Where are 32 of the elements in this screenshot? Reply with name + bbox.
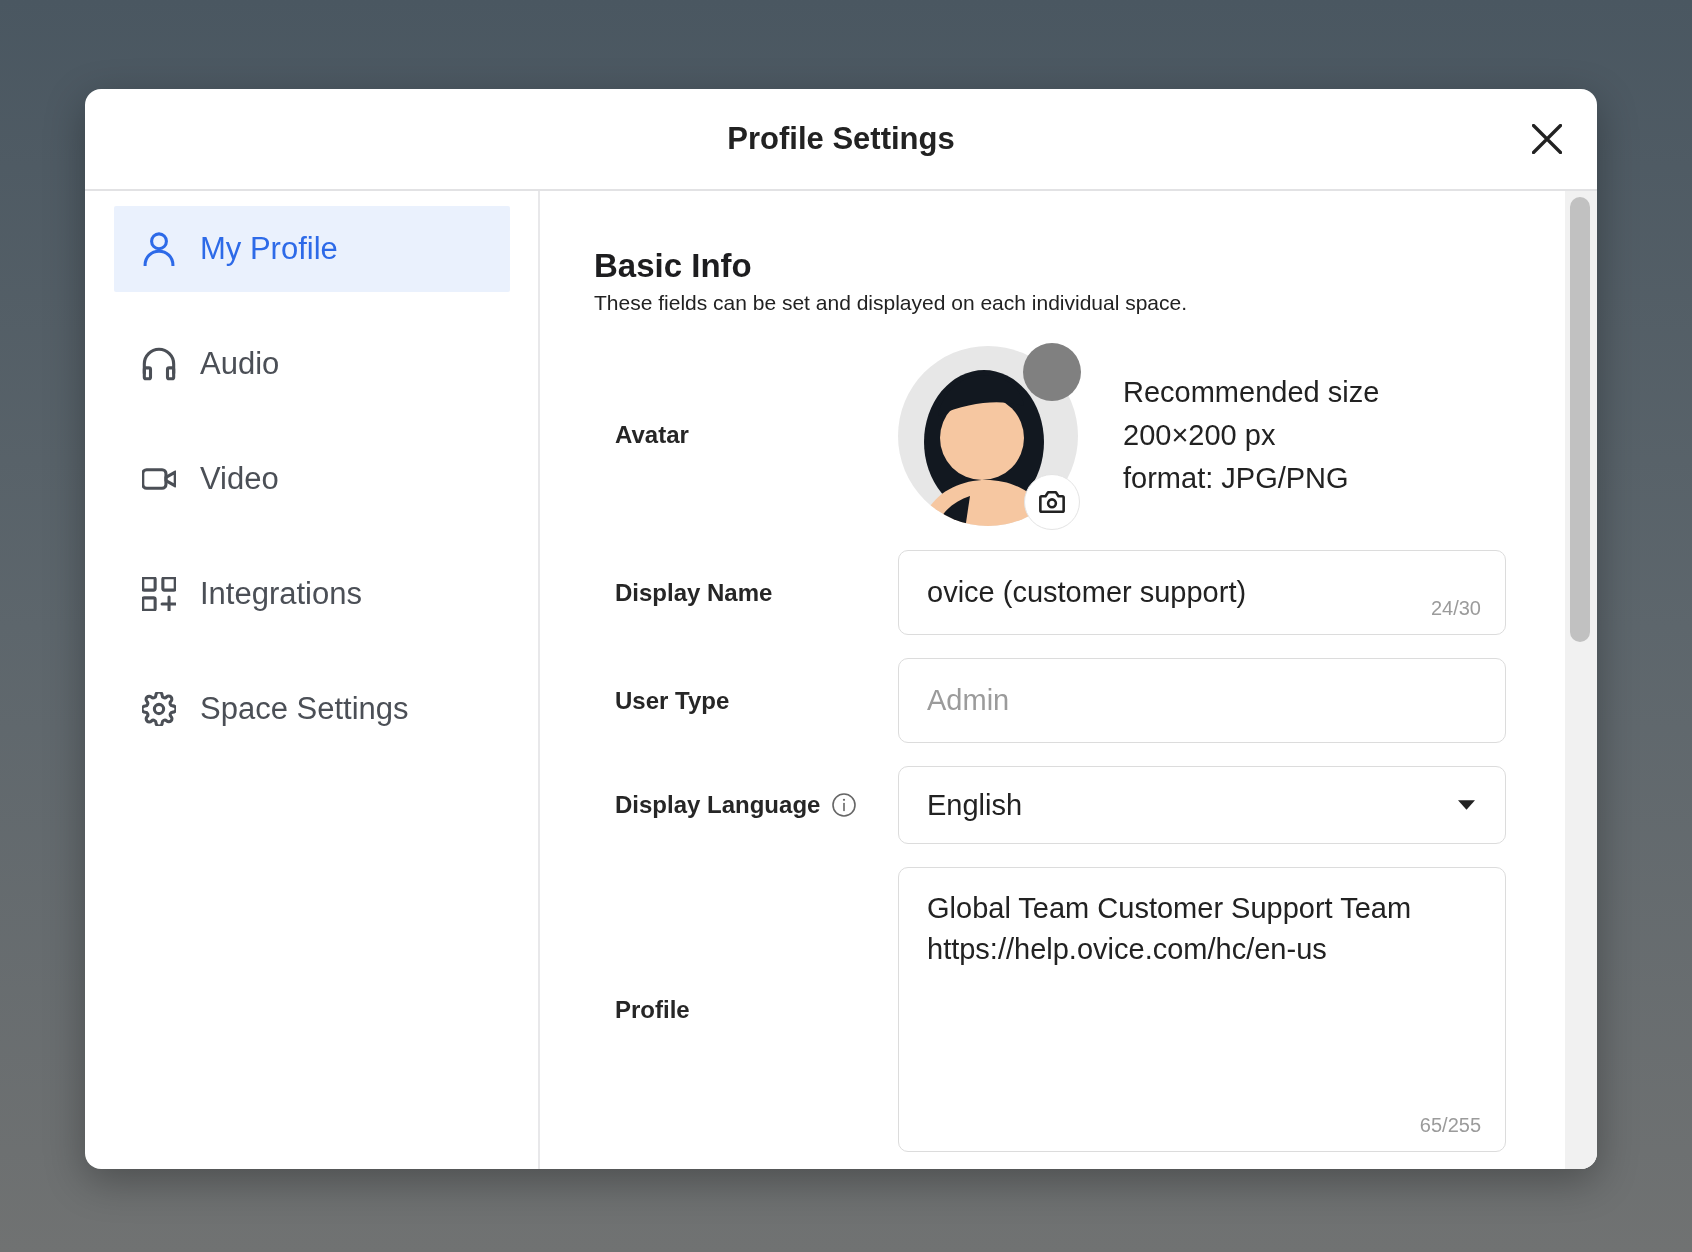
character-counter: 24/30 xyxy=(1430,597,1481,620)
field-label: User Type xyxy=(615,686,730,715)
gear-icon xyxy=(142,692,176,726)
status-dot-icon xyxy=(1023,343,1081,401)
close-button[interactable] xyxy=(1531,123,1563,155)
scrollbar[interactable] xyxy=(1565,191,1597,1169)
sidebar-item[interactable]: Video xyxy=(114,436,510,522)
dropdown-select[interactable]: English xyxy=(898,766,1506,844)
section-title: Basic Info xyxy=(594,246,753,286)
text-field[interactable]: ovice (customer support) 24/30 xyxy=(898,550,1506,635)
sidebar-item[interactable]: Audio xyxy=(114,321,510,407)
avatar-hint-text: Recommended size 200×200 px format: JPG/PNG xyxy=(1123,374,1380,496)
headphones-icon xyxy=(142,347,176,381)
info-icon[interactable] xyxy=(832,793,857,817)
person-icon xyxy=(142,232,176,266)
camera-button[interactable] xyxy=(1024,474,1080,530)
close-icon xyxy=(1532,124,1562,154)
sidebar-item[interactable]: Space Settings xyxy=(114,666,510,752)
character-counter: 65/255 xyxy=(1419,1114,1481,1137)
sidebar-item[interactable]: Integrations xyxy=(114,551,510,637)
caret-icon xyxy=(1458,800,1475,810)
field-label: Avatar xyxy=(615,421,689,449)
dialog-title: Profile Settings xyxy=(727,121,955,157)
sidebar-item[interactable]: My Profile xyxy=(114,206,510,292)
camera-icon xyxy=(1039,491,1065,513)
section-description: These fields can be set and displayed on each individual space. xyxy=(594,290,1189,316)
scrollbar-thumb[interactable] xyxy=(1570,197,1590,642)
field-label: Display Name xyxy=(615,578,773,607)
text-area[interactable]: Global Team Customer Support Team https://help.ovice.com/hc/en-us 65/255 xyxy=(898,867,1506,1152)
field-label: Display Language xyxy=(615,791,821,819)
grid-plus-icon xyxy=(142,577,176,611)
field-label: Profile xyxy=(615,995,690,1024)
